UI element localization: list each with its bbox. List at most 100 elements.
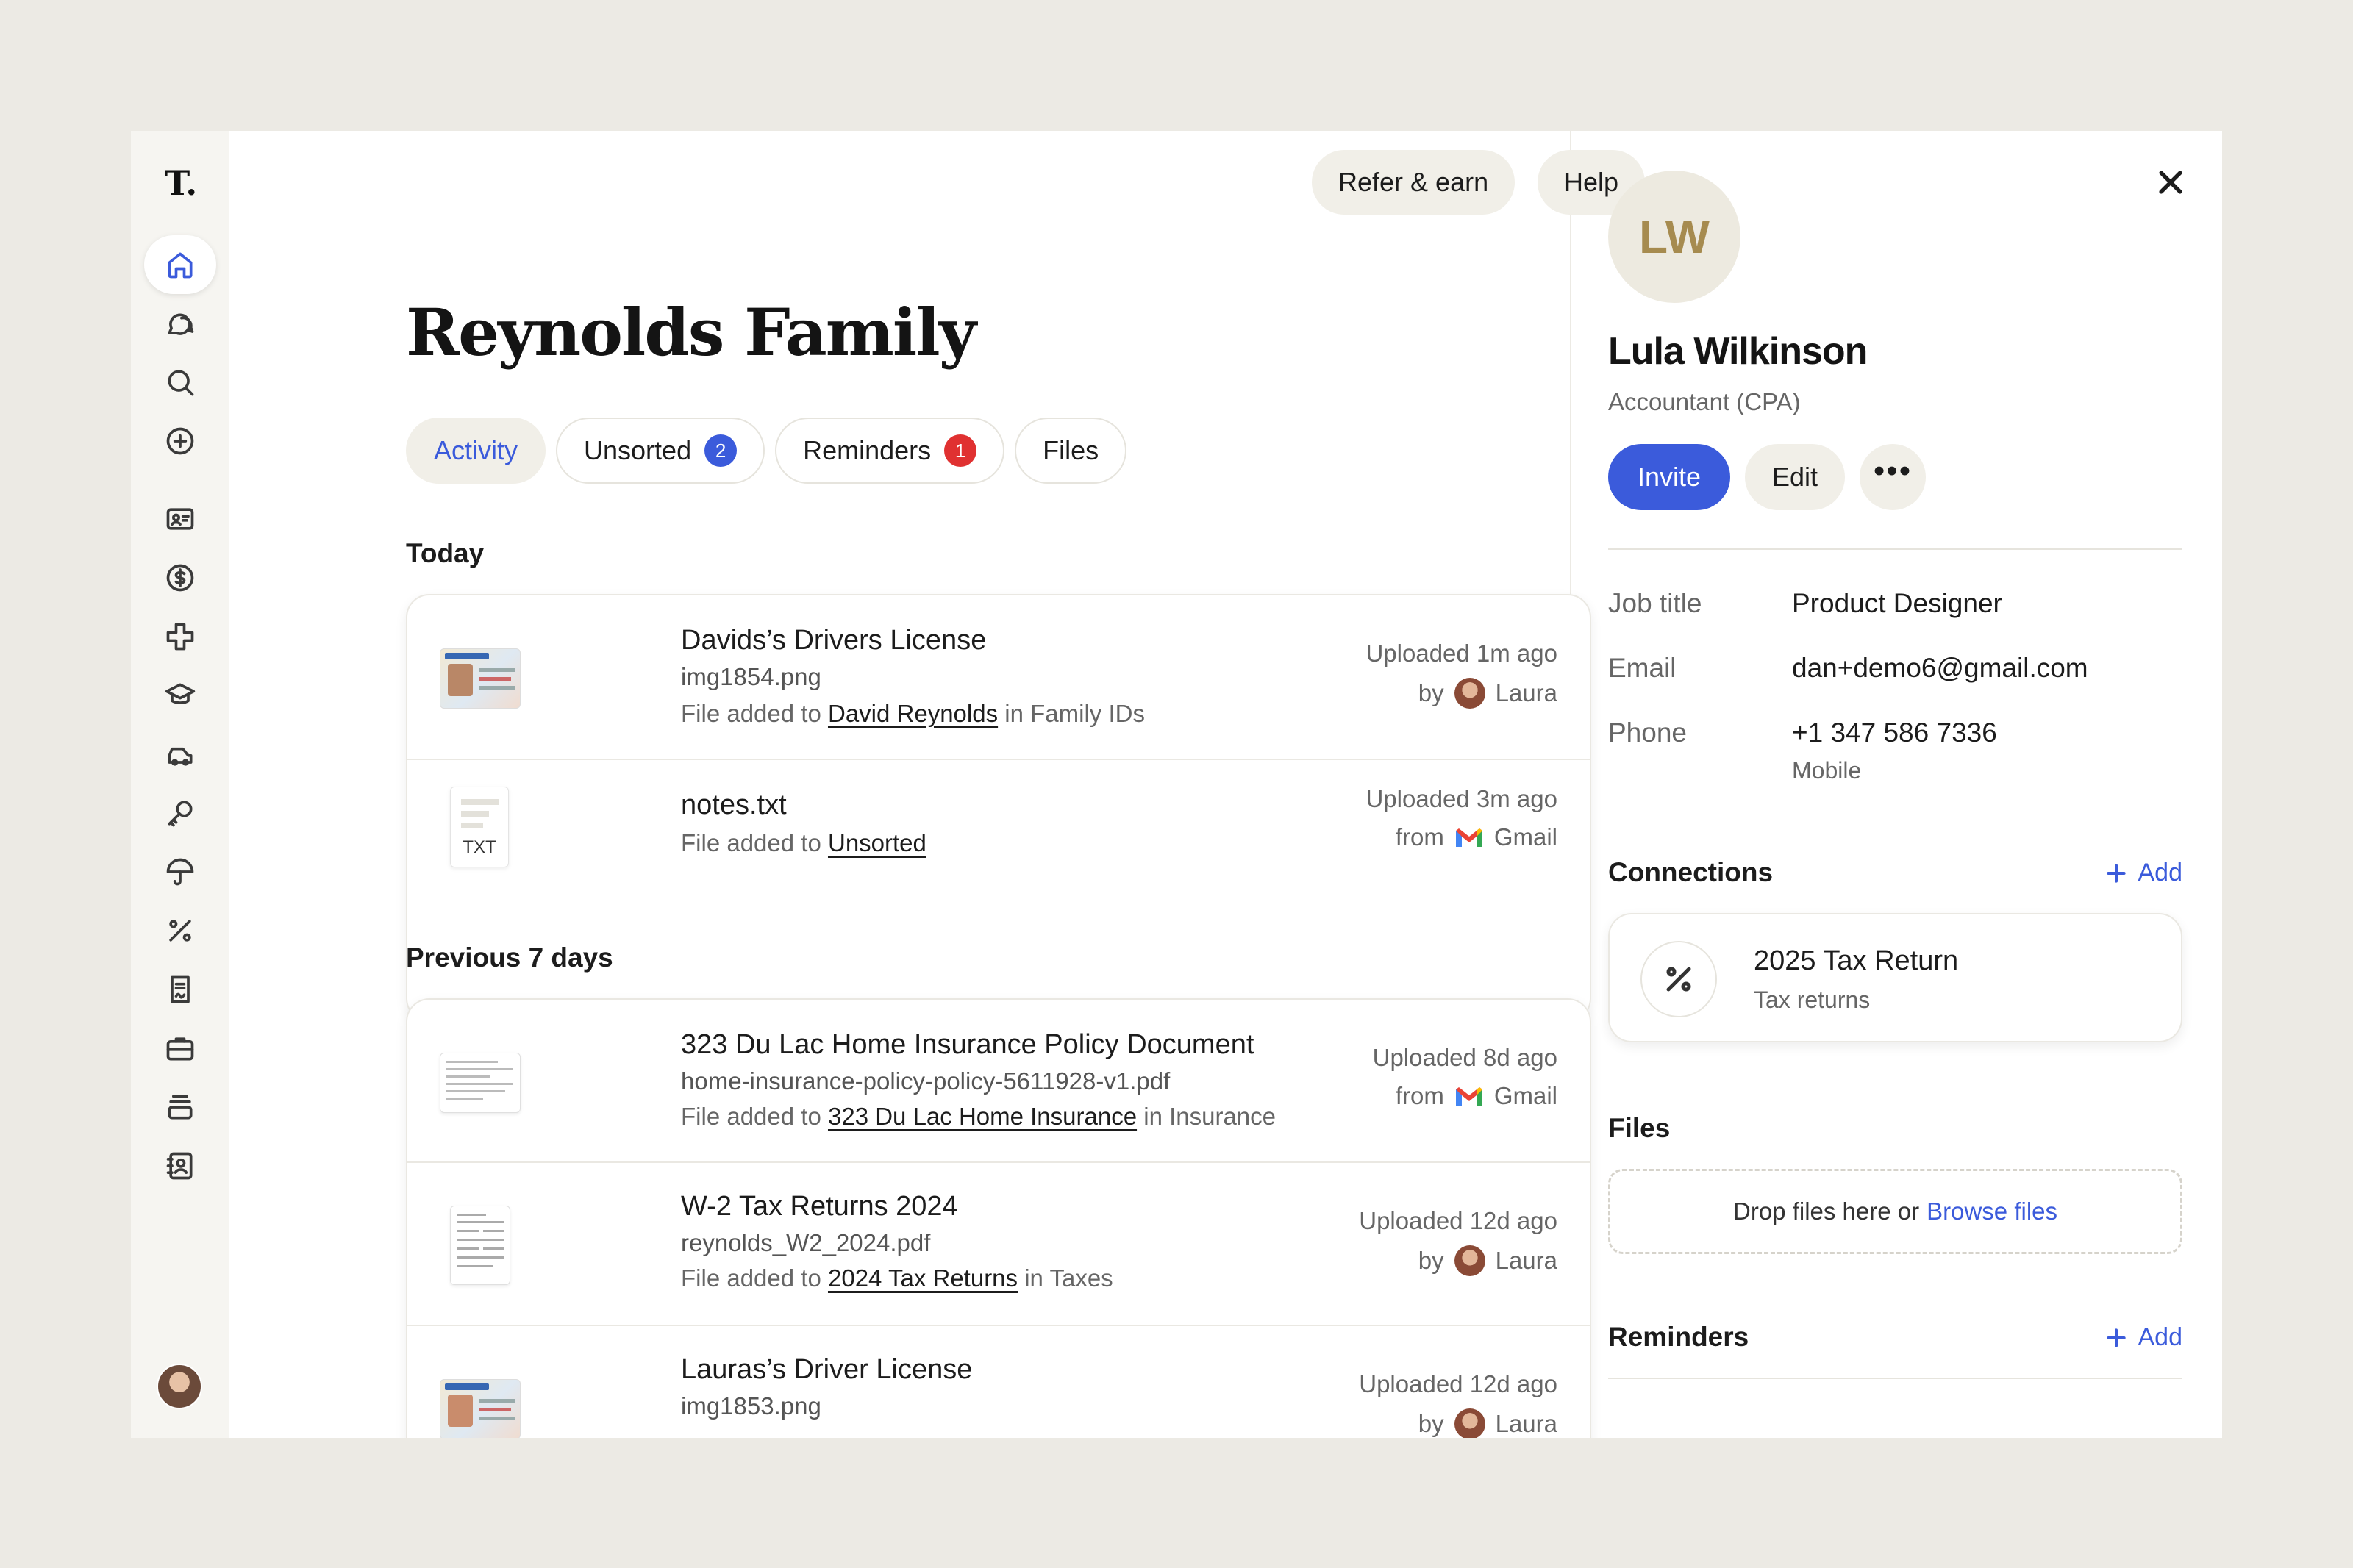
activity-title: 323 Du Lac Home Insurance Policy Documen…: [681, 1029, 1254, 1060]
contact-book-icon[interactable]: [144, 1136, 216, 1195]
file-thumbnail: TXT: [450, 787, 509, 867]
activity-row[interactable]: Lauras’s Driver License img1853.png Uplo…: [407, 1326, 1590, 1438]
destination-link[interactable]: Unsorted: [828, 829, 926, 856]
sidebar: T.: [131, 131, 229, 1438]
search-icon[interactable]: [144, 353, 216, 412]
destination-link[interactable]: 2024 Tax Returns: [828, 1264, 1018, 1292]
file-thumbnail: [440, 1379, 521, 1438]
id-card-icon[interactable]: [144, 490, 216, 548]
refer-earn-button[interactable]: Refer & earn: [1312, 150, 1515, 215]
browse-files-link[interactable]: Browse files: [1927, 1198, 2057, 1225]
activity-filename: img1853.png: [681, 1392, 821, 1420]
app-window: T. Refer & earn Help Reynolds Family Act…: [131, 131, 2222, 1438]
divider: [1608, 548, 2182, 550]
contact-role: Accountant (CPA): [1608, 388, 1801, 415]
plus-circle-icon[interactable]: [144, 412, 216, 470]
uploaded-from: from Gmail: [1395, 1082, 1557, 1109]
add-connection-button[interactable]: Add: [2104, 859, 2182, 887]
document-sign-icon[interactable]: [144, 960, 216, 1019]
tab-activity[interactable]: Activity: [406, 418, 546, 484]
activity-row[interactable]: TXT notes.txt File added to Unsorted Upl…: [407, 760, 1590, 894]
file-dropzone[interactable]: Drop files here or Browse files: [1608, 1169, 2182, 1254]
connection-subtitle: Tax returns: [1754, 987, 1871, 1013]
medical-cross-icon[interactable]: [144, 607, 216, 666]
field-label: Phone: [1608, 717, 1687, 748]
chat-icon[interactable]: [144, 294, 216, 353]
umbrella-icon[interactable]: [144, 842, 216, 901]
activity-row[interactable]: Davids’s Drivers License img1854.png Fil…: [407, 595, 1590, 760]
percent-icon: [1640, 941, 1717, 1017]
field-label: Email: [1608, 653, 1677, 683]
close-panel-button[interactable]: [2154, 166, 2187, 198]
activity-description: File added to David Reynolds in Family I…: [681, 700, 1145, 727]
uploaded-by: by Laura: [1418, 1408, 1557, 1438]
uploader-avatar: [1454, 1245, 1485, 1276]
percent-icon[interactable]: [144, 901, 216, 960]
file-thumbnail: [440, 1053, 521, 1113]
contact-panel: LW Lula Wilkinson Accountant (CPA) Invit…: [1571, 131, 2222, 1438]
uploader-avatar: [1454, 1408, 1485, 1438]
activity-row[interactable]: W-2 Tax Returns 2024 reynolds_W2_2024.pd…: [407, 1163, 1590, 1326]
section-heading-previous: Previous 7 days: [406, 942, 613, 973]
graduation-cap-icon[interactable]: [144, 666, 216, 725]
connection-title: 2025 Tax Return: [1754, 945, 1959, 976]
contact-avatar: LW: [1608, 171, 1740, 303]
dollar-icon[interactable]: [144, 548, 216, 607]
invite-button[interactable]: Invite: [1608, 444, 1730, 510]
activity-description: File added to 2024 Tax Returns in Taxes: [681, 1264, 1113, 1292]
uploaded-by: by Laura: [1418, 678, 1557, 709]
email-value[interactable]: dan+demo6@gmail.com: [1792, 653, 2088, 684]
destination-link[interactable]: David Reynolds: [828, 700, 998, 727]
main-content: Refer & earn Help Reynolds Family Activi…: [229, 131, 1646, 1438]
page-title: Reynolds Family: [406, 294, 976, 370]
count-badge: 2: [704, 434, 738, 467]
count-badge: 1: [944, 434, 977, 467]
activity-row[interactable]: 323 Du Lac Home Insurance Policy Documen…: [407, 1000, 1590, 1163]
car-icon[interactable]: [144, 725, 216, 784]
briefcase-icon[interactable]: [144, 1019, 216, 1078]
contact-name: Lula Wilkinson: [1608, 330, 1868, 373]
more-options-button[interactable]: •••: [1860, 444, 1926, 510]
key-icon[interactable]: [144, 784, 216, 842]
activity-card-previous: 323 Du Lac Home Insurance Policy Documen…: [406, 998, 1591, 1438]
activity-title: W-2 Tax Returns 2024: [681, 1191, 958, 1222]
stack-icon[interactable]: [144, 1078, 216, 1136]
gmail-icon: [1455, 828, 1482, 847]
home-icon[interactable]: [144, 235, 216, 294]
tab-label: Reminders: [803, 435, 932, 465]
app-logo[interactable]: T.: [165, 163, 197, 203]
add-reminder-button[interactable]: Add: [2104, 1323, 2182, 1352]
tab-label: Activity: [434, 435, 518, 465]
connections-heading: Connections: [1608, 857, 1774, 887]
tab-unsorted[interactable]: Unsorted 2: [556, 418, 765, 484]
tab-files[interactable]: Files: [1015, 418, 1127, 484]
divider: [1608, 1378, 2182, 1379]
activity-title: Lauras’s Driver License: [681, 1354, 973, 1385]
reminders-heading: Reminders: [1608, 1322, 1749, 1352]
files-heading: Files: [1608, 1113, 1671, 1143]
activity-description: File added to Unsorted: [681, 829, 926, 856]
file-thumbnail: [450, 1206, 510, 1285]
file-thumbnail: [440, 648, 521, 709]
tab-label: Unsorted: [584, 435, 692, 465]
tab-label: Files: [1043, 435, 1099, 465]
current-user-avatar[interactable]: [157, 1364, 202, 1409]
upload-time: Uploaded 12d ago: [1359, 1370, 1557, 1397]
activity-title: notes.txt: [681, 790, 787, 820]
activity-filename: img1854.png: [681, 663, 821, 690]
tab-reminders[interactable]: Reminders 1: [775, 418, 1005, 484]
destination-link[interactable]: 323 Du Lac Home Insurance: [828, 1103, 1137, 1130]
connection-card[interactable]: 2025 Tax Return Tax returns: [1608, 913, 2182, 1042]
upload-time: Uploaded 12d ago: [1359, 1207, 1557, 1234]
uploaded-by: by Laura: [1418, 1245, 1557, 1276]
job-title-value: Product Designer: [1792, 588, 2002, 618]
phone-value[interactable]: +1 347 586 7336: [1792, 717, 1997, 748]
phone-type: Mobile: [1792, 757, 1862, 784]
upload-time: Uploaded 3m ago: [1365, 785, 1557, 812]
upload-time: Uploaded 1m ago: [1365, 640, 1557, 667]
activity-filename: home-insurance-policy-policy-5611928-v1.…: [681, 1067, 1171, 1095]
field-label: Job title: [1608, 588, 1702, 618]
activity-description: File added to 323 Du Lac Home Insurance …: [681, 1103, 1277, 1130]
activity-title: Davids’s Drivers License: [681, 625, 987, 656]
edit-button[interactable]: Edit: [1745, 444, 1845, 510]
